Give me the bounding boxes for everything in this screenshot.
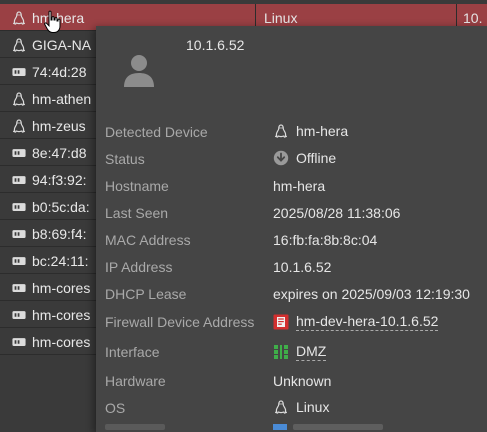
field-label: MAC Address [105,232,191,248]
field-value: Offline [273,150,336,166]
address-object-icon [273,314,289,330]
device-name-label: hm-cores [32,333,91,350]
field-value: Linux [273,399,329,415]
device-name-cell: 94:f3:92: [12,166,87,193]
field-value-text: hm-hera [273,178,326,194]
field-value[interactable]: hm-dev-hera-10.1.6.52 [273,313,439,331]
field-label: Detected Device [105,124,208,140]
device-name-cell: bc:24:11: [12,247,89,274]
field-value: hm-hera [273,123,348,139]
field-label: OS [105,400,126,416]
device-name-cell: hm-zeus [12,112,86,139]
device-name-cell: GIGA-NA [12,31,91,58]
network-device-icon [12,65,26,79]
network-device-icon [12,200,26,214]
field-label: Hostname [105,178,169,194]
field-value-text: hm-hera [296,123,349,139]
network-device-icon [12,146,26,160]
linux-icon [12,118,26,133]
field-label: Firewall Device Address [105,314,255,330]
field-label: Interface [105,344,160,360]
field-value: Unknown [273,373,331,389]
device-name-label: b8:69:f4: [32,225,87,242]
device-name-cell: hm-cores [12,274,90,301]
field-value: expires on 2025/09/03 12:19:30 [273,286,470,302]
device-name-label: 94:f3:92: [32,171,87,188]
field-label: IP Address [105,259,173,275]
device-name-label: bc:24:11: [32,252,89,269]
hand-cursor-icon [44,10,61,33]
field-label: Hardware [105,373,166,389]
field-value-text: Linux [296,399,330,415]
tooltip-ip-header: 10.1.6.52 [186,37,245,53]
field-value-link[interactable]: hm-dev-hera-10.1.6.52 [296,313,439,331]
linux-icon [12,37,26,52]
field-value-text: Unknown [273,373,332,389]
field-label: Last Seen [105,205,169,221]
device-name-label: hm-zeus [32,117,86,134]
field-value: 16:fb:fa:8b:8c:04 [273,232,377,248]
field-label: Status [105,151,145,167]
device-name-cell: b0:5c:da: [12,193,90,220]
field-value-text: 2025/08/28 11:38:06 [273,205,401,221]
device-name-cell: 8e:47:d8 [12,139,87,166]
device-name-label: b0:5c:da: [32,198,90,215]
device-name-label: hm-cores [32,306,91,323]
device-tooltip: 10.1.6.52 Detected Device hm-hera Status Of… [96,26,487,432]
network-device-icon [12,254,26,268]
field-value-text: Offline [296,150,337,166]
device-name-cell: 74:4d:28 [12,58,87,85]
device-name-label: hm-athen [32,90,92,107]
user-avatar-icon [124,55,154,87]
device-name-cell: hm-cores [12,328,90,355]
network-device-icon [12,227,26,241]
field-value[interactable]: DMZ [273,343,327,361]
tooltip-overflow-row [96,424,487,432]
device-name-label: hm-cores [32,279,91,296]
interface-port-icon [273,344,289,360]
field-value-link[interactable]: DMZ [296,343,327,361]
device-name-label: 8e:47:d8 [32,144,87,161]
device-name-label: GIGA-NA [32,36,92,53]
linux-icon [12,10,26,25]
field-value: 2025/08/28 11:38:06 [273,205,400,221]
device-name-cell: hm-cores [12,301,90,328]
field-value-text: 16:fb:fa:8b:8c:04 [273,232,378,248]
network-device-icon [12,335,26,349]
device-name-label: 74:4d:28 [32,63,87,80]
linux-icon [12,91,26,106]
network-device-icon [12,308,26,322]
network-device-icon [12,281,26,295]
device-name-cell: hm-athen [12,85,91,112]
linux-icon [273,123,289,139]
network-device-icon [12,173,26,187]
device-name-cell: b8:69:f4: [12,220,87,247]
offline-arrow-icon [273,150,289,166]
field-label: DHCP Lease [105,286,187,302]
field-value-text: 10.1.6.52 [273,259,332,275]
linux-icon [273,399,289,415]
field-value-text: expires on 2025/09/03 12:19:30 [273,286,470,302]
field-value: hm-hera [273,178,325,194]
field-value: 10.1.6.52 [273,259,331,275]
